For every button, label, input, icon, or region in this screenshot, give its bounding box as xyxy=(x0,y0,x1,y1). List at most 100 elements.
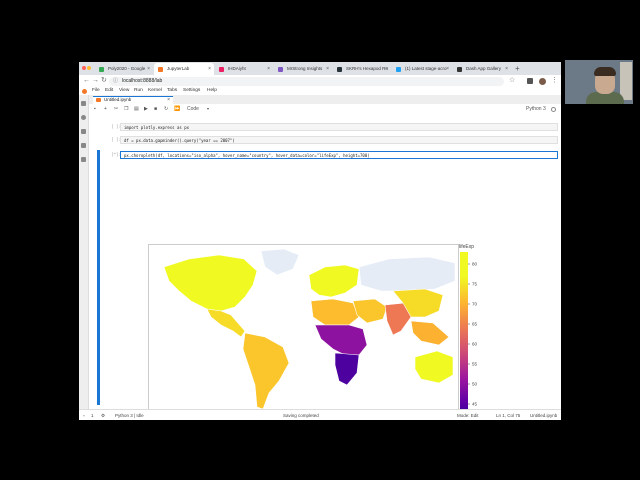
chevron-down-icon[interactable]: ▾ xyxy=(207,104,209,114)
info-icon: ⓘ xyxy=(113,77,119,84)
close-icon[interactable]: × xyxy=(385,63,388,75)
property-inspector-icon[interactable] xyxy=(81,143,86,148)
cell-type-select[interactable]: Code xyxy=(187,104,199,114)
back-icon[interactable]: ← xyxy=(83,76,90,86)
menu-tabs[interactable]: Tabs xyxy=(167,87,177,95)
tab-favicon-icon xyxy=(99,66,104,72)
menu-edit[interactable]: Edit xyxy=(105,87,113,95)
add-cell-icon[interactable]: + xyxy=(104,104,107,114)
colorbar-tick-label: 70 xyxy=(472,302,478,307)
choropleth-plot[interactable] xyxy=(148,244,459,409)
status-settings-icon[interactable]: ⚙ xyxy=(101,410,105,420)
tabs-icon[interactable] xyxy=(81,157,86,162)
save-icon[interactable]: ▪ xyxy=(94,104,96,114)
close-icon[interactable]: × xyxy=(446,63,449,75)
tab-label: SKRH's Hexapod Ro xyxy=(346,66,388,71)
cut-icon[interactable]: ✂ xyxy=(114,104,118,114)
tab-favicon-icon xyxy=(396,66,401,72)
browser-tab-6[interactable]: Dash App Gallery × xyxy=(453,63,511,75)
webcam-background xyxy=(620,62,632,100)
cursor-position[interactable]: Ln 1, Col 75 xyxy=(496,410,520,420)
fast-forward-icon[interactable]: ⏩ xyxy=(174,104,180,114)
tab-label: Dash App Gallery xyxy=(466,66,502,71)
menu-file[interactable]: File xyxy=(92,87,100,95)
menu-help[interactable]: Help xyxy=(207,87,217,95)
new-tab-button[interactable]: + xyxy=(515,62,520,75)
status-message: Saving completed xyxy=(283,413,319,418)
status-bar: ▫ 1 ⚙ Python 3 | Idle Saving completed M… xyxy=(79,409,561,420)
output-collapser[interactable] xyxy=(97,155,100,405)
colorbar-tick-label: 60 xyxy=(472,342,478,347)
cell-code: df = px.data.gapminder().query("year == … xyxy=(124,138,235,143)
more-icon[interactable]: ⋮ xyxy=(551,76,558,86)
notebook-icon xyxy=(96,98,101,102)
star-icon[interactable]: ☆ xyxy=(509,76,515,86)
map-region-australia[interactable] xyxy=(414,350,454,384)
browser-tab-2[interactable]: IHDAiyht × xyxy=(215,63,273,75)
colorbar-ticks: 807570656055504540 xyxy=(468,262,478,407)
colorbar: lifeExp 807570656055504540 xyxy=(459,244,478,409)
kernel-status[interactable]: Python 3 | Idle xyxy=(115,410,144,420)
close-icon[interactable]: × xyxy=(326,63,329,75)
colorbar-tick-label: 45 xyxy=(472,402,478,407)
tab-label: Poly2020 - Google xyxy=(108,66,146,71)
status-toggle[interactable]: ▫ xyxy=(83,410,85,420)
browser-tab-4[interactable]: SKRH's Hexapod Ro × xyxy=(333,63,391,75)
menu-run[interactable]: Run xyxy=(134,87,143,95)
run-icon[interactable]: ▶ xyxy=(144,104,148,114)
tab-label: (1) Latest stage-acro xyxy=(405,66,447,71)
restart-icon[interactable]: ↻ xyxy=(164,104,168,114)
close-icon[interactable]: × xyxy=(167,97,170,103)
menu-settings[interactable]: Settings xyxy=(183,87,200,95)
code-cell-2[interactable]: df = px.data.gapminder().query("year == … xyxy=(120,136,558,144)
tab-untitled-notebook[interactable]: Untitled.ipynb × xyxy=(93,96,173,104)
colorbar-tick-label: 50 xyxy=(472,382,478,387)
menu-kernel[interactable]: Kernel xyxy=(148,87,162,95)
colorbar-tick-label: 55 xyxy=(472,362,478,367)
browser-tab-3[interactable]: MrStrong Insights × xyxy=(274,63,332,75)
close-icon[interactable]: × xyxy=(505,63,508,75)
colorbar-tick-label: 65 xyxy=(472,322,478,327)
code-cell-3[interactable]: px.choropleth(df, locations="iso_alpha",… xyxy=(120,151,558,159)
tab-favicon-icon xyxy=(457,66,462,72)
menu-view[interactable]: View xyxy=(119,87,129,95)
close-icon[interactable]: × xyxy=(267,63,270,75)
stop-icon[interactable]: ■ xyxy=(154,104,157,114)
avatar[interactable] xyxy=(539,77,546,85)
address-bar[interactable]: ⓘ localhost:8888/lab xyxy=(109,76,504,86)
window-minimize-icon[interactable] xyxy=(87,66,91,70)
commands-icon[interactable] xyxy=(81,129,86,134)
tab-favicon-icon xyxy=(219,66,224,72)
tab-label: JupyterLab xyxy=(167,66,190,71)
browser-tab-0[interactable]: Poly2020 - Google × xyxy=(95,63,153,75)
close-icon[interactable]: × xyxy=(208,63,211,75)
browser-window: Poly2020 - Google × JupyterLab × IHDAiyh… xyxy=(79,62,561,420)
copy-icon[interactable]: ❐ xyxy=(124,104,128,114)
tab-label: MrStrong Insights xyxy=(287,66,323,71)
cell-code: px.choropleth(df, locations="iso_alpha",… xyxy=(124,153,370,158)
reload-icon[interactable]: ↻ xyxy=(101,76,107,86)
editor-mode: Mode: Edit xyxy=(457,413,479,418)
extension-icon[interactable] xyxy=(527,78,533,84)
tab-label: IHDAiyht xyxy=(228,66,246,71)
forward-icon[interactable]: → xyxy=(92,76,99,86)
running-icon[interactable] xyxy=(81,115,86,120)
status-filename: Untitled.ipynb xyxy=(530,413,558,418)
browser-tab-1[interactable]: JupyterLab × xyxy=(154,63,214,75)
world-map[interactable] xyxy=(149,245,458,409)
notebook-tab-label: Untitled.ipynb xyxy=(104,97,132,102)
tab-favicon-icon xyxy=(278,66,283,72)
status-count: 1 xyxy=(91,413,94,418)
kernel-name[interactable]: Python 3 xyxy=(526,104,546,114)
browser-tab-5[interactable]: (1) Latest stage-acro × xyxy=(392,63,452,75)
colorbar-gradient xyxy=(460,252,468,409)
tab-favicon-icon xyxy=(158,66,163,72)
paste-icon[interactable]: ▤ xyxy=(134,104,139,114)
kernel-status-icon xyxy=(551,106,556,112)
code-cell-1[interactable]: import plotly.express as px xyxy=(120,123,558,131)
cell-code: import plotly.express as px xyxy=(124,125,190,130)
folder-icon[interactable] xyxy=(81,101,86,106)
colorbar-tick-label: 75 xyxy=(472,282,478,287)
close-icon[interactable]: × xyxy=(147,63,150,75)
window-close-icon[interactable] xyxy=(82,66,86,70)
